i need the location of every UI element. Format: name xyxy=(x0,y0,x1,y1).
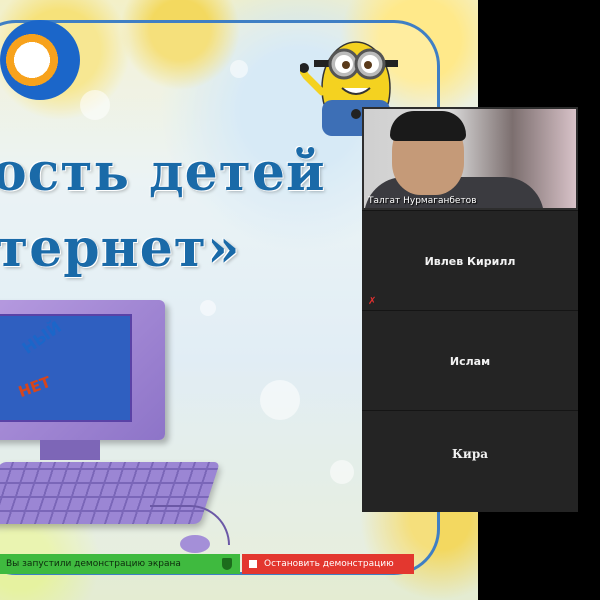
participant-tile[interactable]: Ивлев Кирилл ✗ xyxy=(362,210,578,310)
shield-icon xyxy=(222,558,232,570)
share-status-text: Вы запустили демонстрацию экрана xyxy=(0,554,240,574)
participant-video-tile[interactable]: Талгат Нурмаганбетов xyxy=(362,107,578,210)
monitor-stand xyxy=(40,440,100,460)
participant-hair xyxy=(390,111,466,141)
participant-name: Ислам xyxy=(449,355,491,368)
slide-title-line-2: тернет» xyxy=(0,218,241,279)
participant-name: Кира xyxy=(452,447,488,461)
screen-share-bar: Вы запустили демонстрацию экрана Останов… xyxy=(0,554,478,574)
participant-tile[interactable]: Ислам xyxy=(362,310,578,410)
stop-icon xyxy=(249,560,257,568)
stop-share-label: Остановить демонстрацию xyxy=(264,559,394,569)
participant-name: Ивлев Кирилл xyxy=(424,255,516,268)
stop-share-button[interactable]: Остановить демонстрацию xyxy=(242,554,414,574)
participant-name-label: Талгат Нурмаганбетов xyxy=(368,196,477,206)
safe-internet-logo xyxy=(0,20,80,100)
meeting-window: ость детей тернет» НЫЙ НЕТ Вы запустили … xyxy=(0,0,600,600)
participant-tile[interactable]: Кира xyxy=(362,410,578,512)
slide-title-line-1: ость детей xyxy=(0,142,326,203)
mouse-illustration xyxy=(180,535,210,553)
mic-muted-icon: ✗ xyxy=(368,296,377,307)
monitor-screen xyxy=(0,314,132,422)
participants-panel: Талгат Нурмаганбетов Ивлев Кирилл ✗ Исла… xyxy=(362,107,578,512)
computer-monitor-illustration xyxy=(0,300,165,440)
